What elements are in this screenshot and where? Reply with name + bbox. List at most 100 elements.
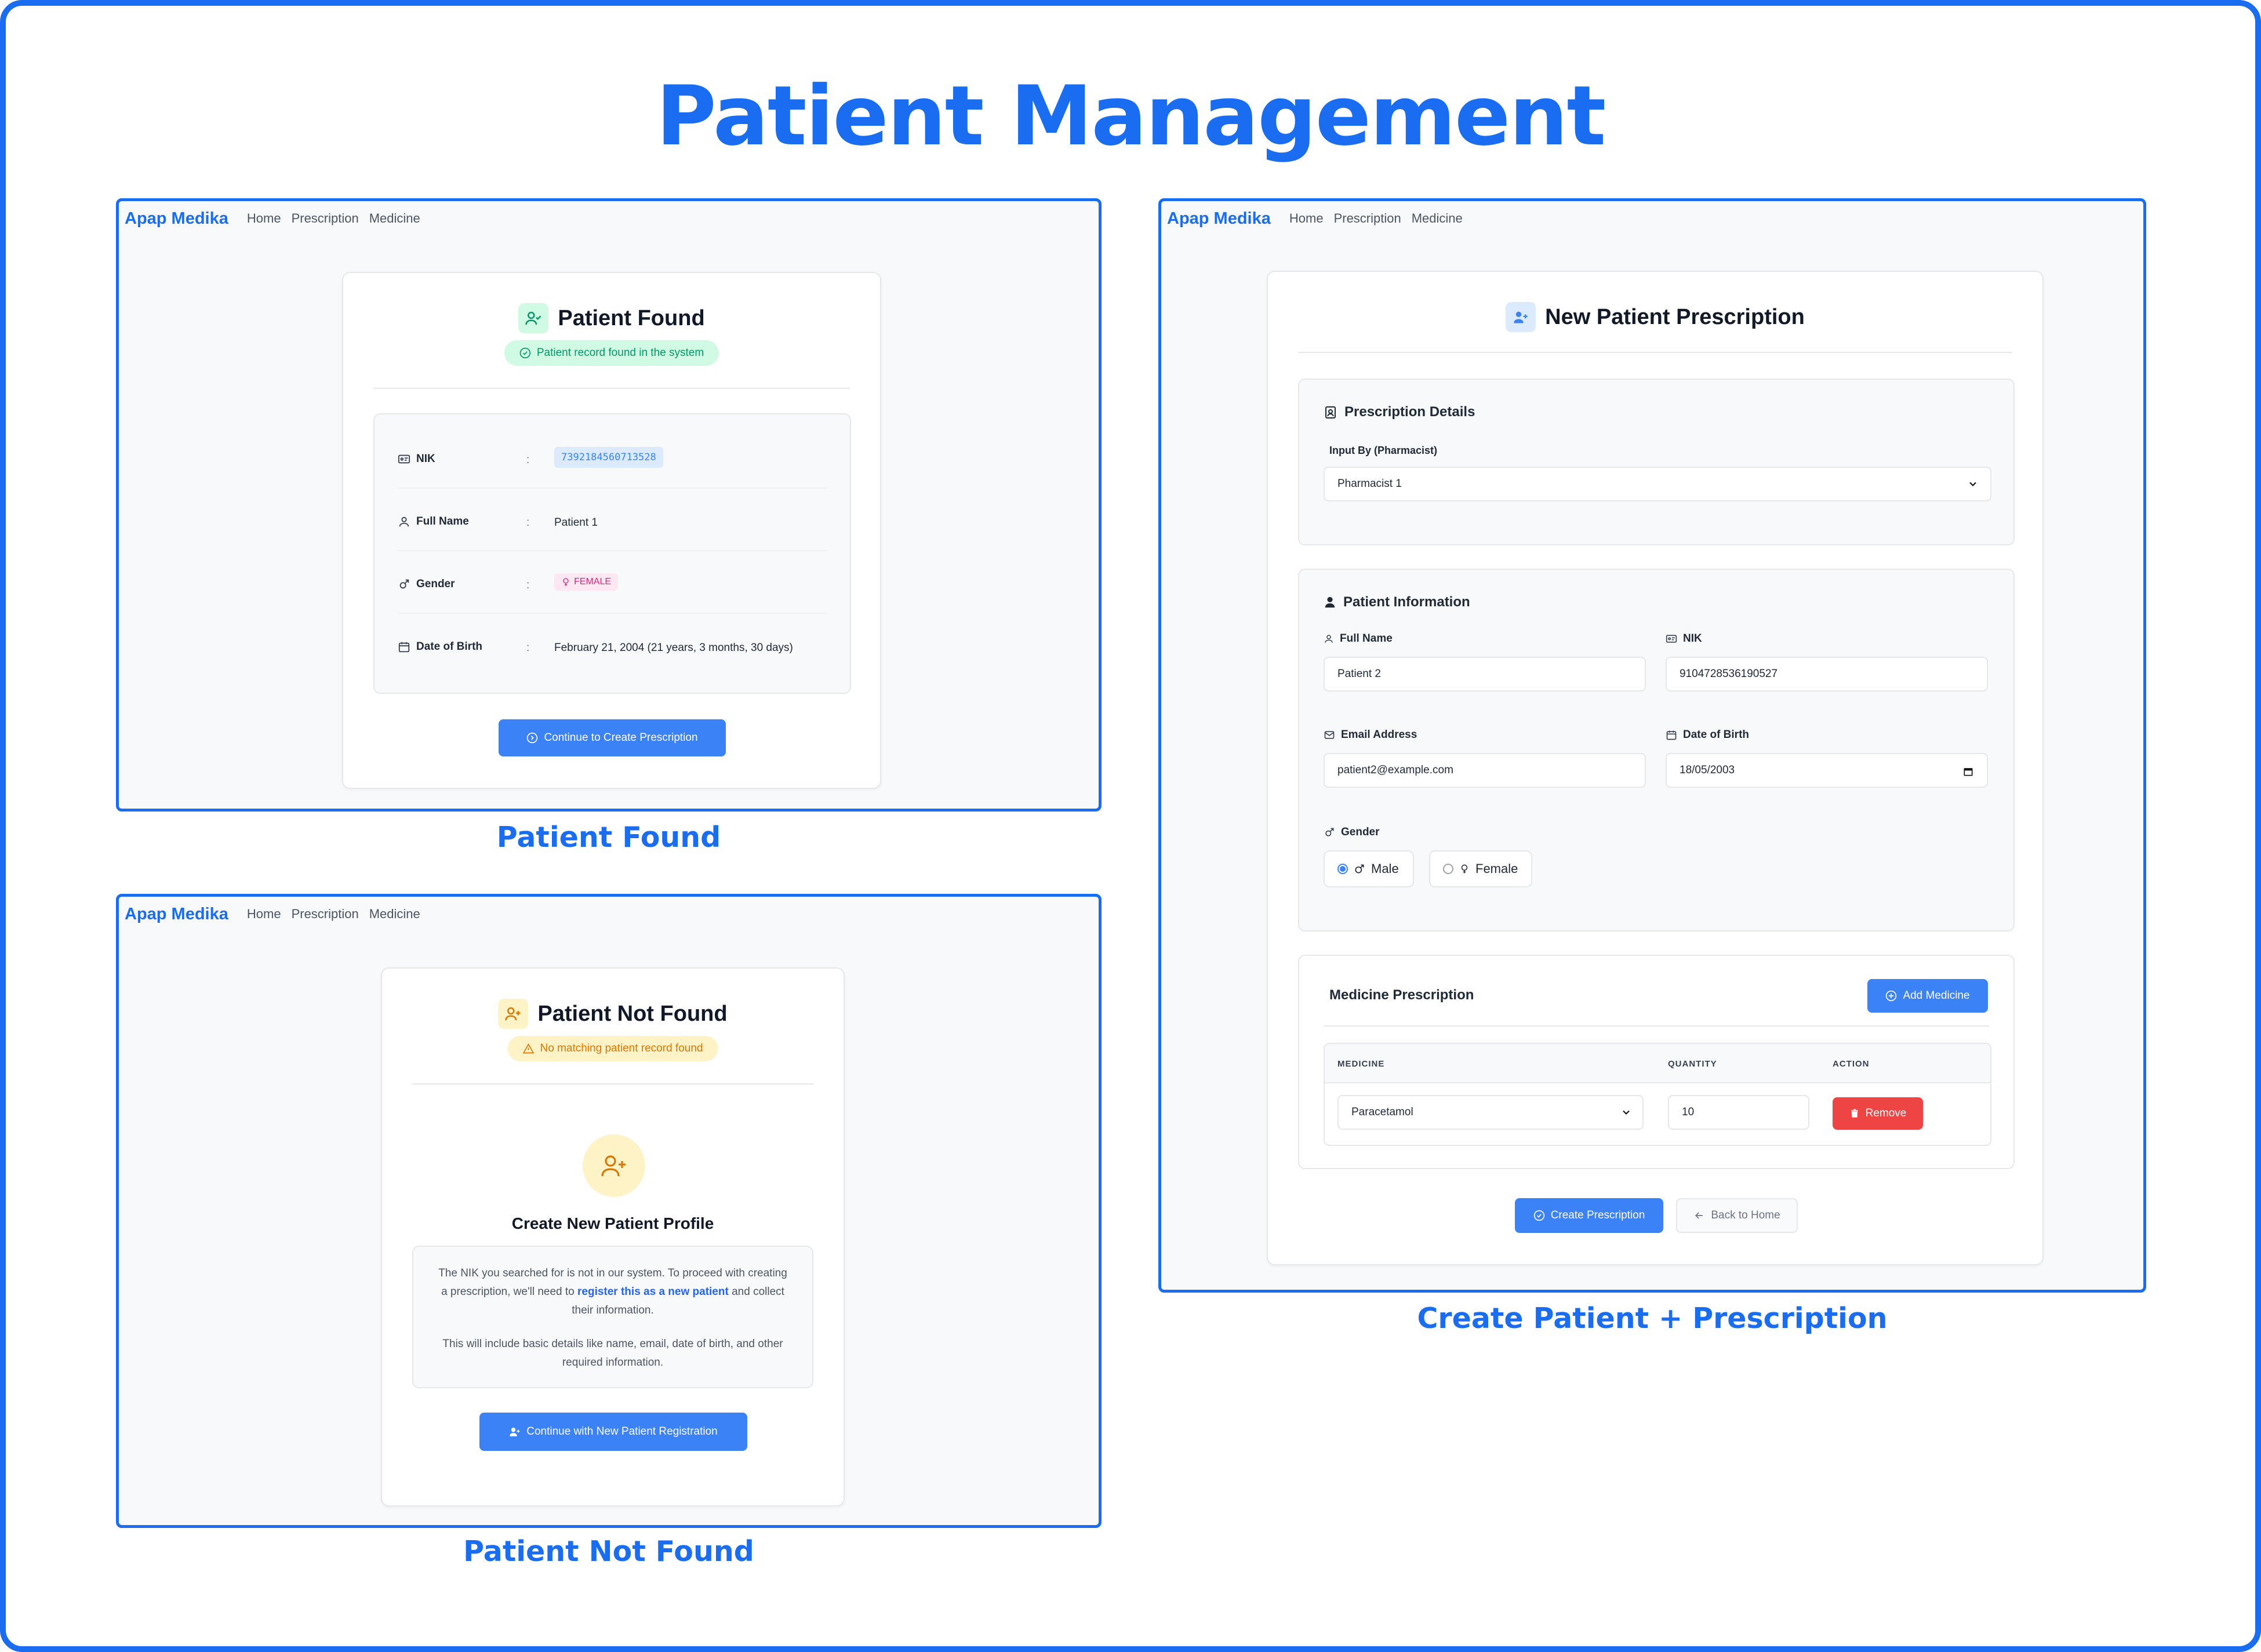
nav-link-home[interactable]: Home — [1289, 211, 1324, 226]
female-icon — [561, 577, 570, 587]
add-medicine-button[interactable]: Add Medicine — [1867, 979, 1988, 1013]
medicine-prescription-section: Medicine Prescription Add Medicine MEDIC… — [1298, 955, 2015, 1169]
arrow-circle-icon — [526, 732, 538, 744]
divider — [1298, 352, 2012, 353]
section-title-text: Prescription Details — [1344, 404, 1475, 420]
gender-icon — [1324, 827, 1335, 838]
brand-logo[interactable]: Apap Medika — [1167, 209, 1271, 228]
button-label: Continue with New Patient Registration — [526, 1425, 718, 1438]
full-name-input[interactable]: Patient 2 — [1324, 657, 1646, 692]
card-title: Patient Not Found — [537, 1001, 728, 1026]
radio-male[interactable] — [1337, 864, 1348, 874]
create-prescription-button[interactable]: Create Prescription — [1515, 1198, 1663, 1233]
register-patient-link[interactable]: register this as a new patient — [577, 1286, 729, 1298]
user-plus-icon — [583, 1134, 645, 1197]
page-title: Patient Management — [656, 68, 1606, 164]
nav-link-home[interactable]: Home — [247, 907, 281, 922]
col-action: ACTION — [1833, 1059, 1870, 1069]
medicine-table: MEDICINE QUANTITY ACTION Paracetamol 10 … — [1324, 1043, 1991, 1146]
card-header: New Patient Prescription — [1268, 302, 2042, 332]
patient-information-section: Patient Information Full Name Patient 2 … — [1298, 569, 2015, 931]
navbar: Apap Medika Home Prescription Medicine — [119, 897, 1099, 931]
remove-medicine-button[interactable]: Remove — [1833, 1097, 1923, 1130]
nav-link-medicine[interactable]: Medicine — [369, 907, 420, 922]
dob-label-text: Date of Birth — [416, 641, 482, 653]
nav-link-medicine[interactable]: Medicine — [1412, 211, 1463, 226]
warning-icon — [522, 1043, 535, 1054]
back-to-home-button[interactable]: Back to Home — [1676, 1198, 1798, 1233]
full-name-value: Patient 1 — [554, 516, 598, 529]
card-header: Patient Not Found — [382, 999, 844, 1029]
gender-option-female[interactable]: Female — [1429, 850, 1532, 887]
quantity-input[interactable]: 10 — [1668, 1095, 1809, 1130]
colon: : — [526, 516, 530, 529]
check-circle-icon — [519, 347, 531, 359]
divider — [373, 388, 850, 389]
plus-circle-icon — [1885, 990, 1897, 1002]
patient-found-screenshot: Apap Medika Home Prescription Medicine P… — [116, 198, 1102, 812]
input-by-label: Input By (Pharmacist) — [1329, 445, 1438, 456]
prescription-details-section: Prescription Details Input By (Pharmacis… — [1298, 379, 2015, 545]
email-input[interactable]: patient2@example.com — [1324, 753, 1646, 788]
option-label: Male — [1371, 861, 1399, 876]
row-divider — [398, 550, 827, 551]
nav-link-prescription[interactable]: Prescription — [292, 211, 359, 226]
card-header: Patient Found — [343, 303, 880, 333]
info-box: The NIK you searched for is not in our s… — [412, 1246, 813, 1388]
gender-label: Gender — [1324, 826, 1380, 839]
nav-link-prescription[interactable]: Prescription — [292, 907, 359, 922]
nik-label: NIK — [398, 453, 435, 465]
patient-found-card: Patient Found Patient record found in th… — [342, 272, 881, 789]
brand-logo[interactable]: Apap Medika — [125, 209, 228, 228]
nik-input[interactable]: 9104728536190527 — [1666, 657, 1988, 692]
email-label: Email Address — [1324, 729, 1417, 741]
button-label: Add Medicine — [1903, 989, 1970, 1002]
caption-create-prescription: Create Patient + Prescription — [1417, 1302, 1888, 1335]
pharmacist-select[interactable]: Pharmacist 1 — [1324, 467, 1991, 501]
nav-link-home[interactable]: Home — [247, 211, 281, 226]
info-paragraph-2: This will include basic details like nam… — [442, 1338, 783, 1369]
full-name-label-text: Full Name — [416, 515, 469, 527]
user-icon — [1324, 634, 1334, 644]
label-text: Date of Birth — [1683, 729, 1749, 741]
gender-option-male[interactable]: Male — [1324, 850, 1414, 887]
dob-label: Date of Birth — [1666, 729, 1749, 741]
navbar: Apap Medika Home Prescription Medicine — [1161, 201, 2143, 236]
user-plus-icon — [509, 1426, 521, 1438]
colon: : — [526, 642, 530, 654]
gender-badge: FEMALE — [554, 573, 619, 591]
continue-create-prescription-button[interactable]: Continue to Create Prescription — [499, 719, 726, 756]
patient-information-title: Patient Information — [1324, 594, 1470, 610]
user-plus-icon — [498, 999, 529, 1029]
radio-female[interactable] — [1443, 864, 1453, 874]
label-text: Email Address — [1341, 729, 1417, 741]
table-header — [1325, 1044, 1990, 1083]
col-medicine: MEDICINE — [1337, 1059, 1385, 1069]
gender-label: Gender — [398, 578, 455, 591]
status-badge: No matching patient record found — [507, 1036, 718, 1061]
continue-new-patient-registration-button[interactable]: Continue with New Patient Registration — [479, 1413, 747, 1451]
nav-link-medicine[interactable]: Medicine — [369, 211, 420, 226]
nik-value: 7392184560713528 — [554, 447, 663, 468]
medicine-select[interactable]: Paracetamol — [1337, 1095, 1644, 1130]
caption-patient-found: Patient Found — [496, 821, 721, 854]
dob-value: 18/05/2003 — [1680, 764, 1735, 776]
full-name-label: Full Name — [1324, 632, 1393, 645]
calendar-picker-icon[interactable] — [1962, 766, 1974, 777]
col-quantity: QUANTITY — [1668, 1059, 1717, 1069]
check-circle-icon — [1533, 1210, 1545, 1221]
trash-icon — [1849, 1108, 1860, 1119]
patient-not-found-card: Patient Not Found No matching patient re… — [381, 967, 845, 1507]
envelope-icon — [1324, 729, 1335, 741]
card-title: Patient Found — [558, 305, 705, 330]
user-check-icon — [518, 303, 549, 333]
nik-label-text: NIK — [416, 453, 435, 465]
divider — [1324, 1025, 1989, 1027]
user-icon — [1324, 596, 1336, 609]
user-icon — [398, 515, 410, 528]
id-card-icon — [1666, 633, 1677, 645]
patient-details-box: NIK : 7392184560713528 Full Name : Patie… — [373, 413, 851, 694]
nav-link-prescription[interactable]: Prescription — [1334, 211, 1401, 226]
brand-logo[interactable]: Apap Medika — [125, 905, 228, 924]
dob-input[interactable]: 18/05/2003 — [1666, 753, 1988, 788]
